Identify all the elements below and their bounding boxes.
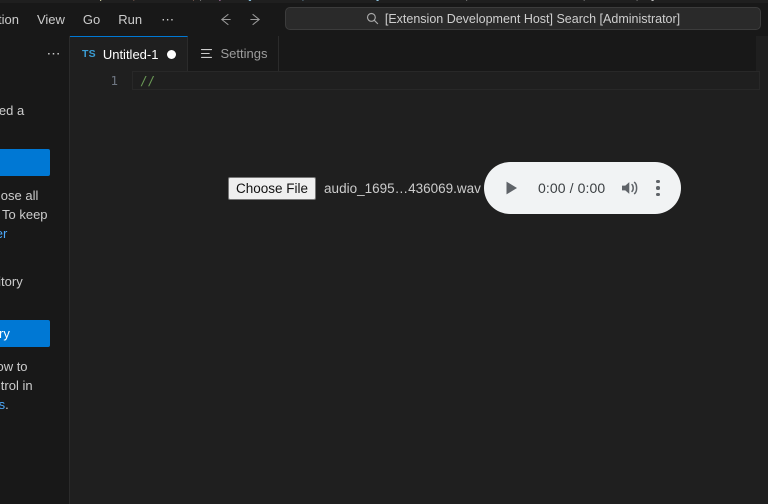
dirty-indicator-icon[interactable] [167, 49, 177, 59]
search-placeholder-text: [Extension Development Host] Search [Adm… [384, 11, 681, 26]
sidebar-header: ⋯ [0, 36, 69, 71]
sidebar-section-title: NO FOLDER OPENED [0, 71, 69, 93]
current-line-highlight [132, 71, 760, 90]
menu-run[interactable]: Run [109, 9, 151, 30]
tab-settings[interactable]: Settings [188, 36, 280, 71]
no-folder-message: You have not yet opened a folder. [0, 103, 25, 118]
arrow-left-icon[interactable] [214, 9, 238, 31]
menu-view[interactable]: View [28, 9, 74, 30]
typescript-file-icon: TS [82, 48, 96, 60]
menu-selection-clipped[interactable]: tion [0, 9, 28, 30]
editor-tab-bar: TS Untitled-1 Settings [70, 36, 756, 71]
add-folder-link[interactable]: add a folder [0, 226, 7, 241]
tab-untitled-1[interactable]: TS Untitled-1 [70, 36, 189, 71]
more-vertical-icon[interactable] [649, 178, 667, 198]
tab-label-settings: Settings [220, 46, 268, 61]
line-content: // [140, 73, 156, 88]
open-folder-hint: Opening a folder will close all currentl… [0, 186, 50, 262]
menu-go[interactable]: Go [74, 9, 109, 30]
play-icon[interactable] [502, 179, 520, 197]
clone-repository-button[interactable]: Clone Repository [0, 320, 50, 347]
code-editor[interactable]: 1 // Choose File audio_1695…436069.wav 0… [70, 71, 768, 504]
clone-message: You can clone a repository locally. [0, 274, 23, 289]
editor-line-1: 1 // [70, 71, 768, 90]
menu-bar: tion View Go Run ⋯ [0, 3, 186, 36]
volume-icon[interactable] [619, 178, 641, 198]
explorer-sidebar: ⋯ NO FOLDER OPENED You have not yet open… [0, 36, 70, 504]
search-icon [366, 12, 379, 25]
choose-file-button[interactable]: Choose File [228, 177, 317, 200]
audio-player[interactable]: 0:00 / 0:00 [484, 162, 681, 214]
line-number: 1 [110, 73, 118, 88]
navigation-buttons [214, 9, 268, 31]
tab-label-untitled-1: Untitled-1 [102, 46, 159, 62]
tab-bar-right-edge [756, 36, 768, 71]
menu-more-button[interactable]: ⋯ [151, 10, 186, 30]
sidebar-more-actions-button[interactable]: ⋯ [47, 45, 63, 62]
selected-file-name: audio_1695…436069.wav [324, 181, 481, 196]
git-docs-hint: To learn more about how to use git and s… [0, 357, 50, 414]
menu-dot [656, 179, 660, 184]
git-docs-hint-b: . [5, 397, 9, 412]
arrow-right-icon[interactable] [244, 9, 268, 31]
tab-bar-empty-area [279, 36, 756, 71]
audio-time-display: 0:00 / 0:00 [538, 180, 606, 196]
menu-dot [656, 186, 660, 190]
settings-icon [200, 47, 213, 60]
menu-dot [656, 192, 660, 197]
open-folder-button[interactable]: Open Folder [0, 149, 50, 176]
search-input[interactable]: [Extension Development Host] Search [Adm… [285, 7, 761, 30]
file-input-control: Choose File audio_1695…436069.wav [228, 177, 481, 200]
vscode-window: const vscode = require('vscode'); import… [0, 0, 768, 504]
